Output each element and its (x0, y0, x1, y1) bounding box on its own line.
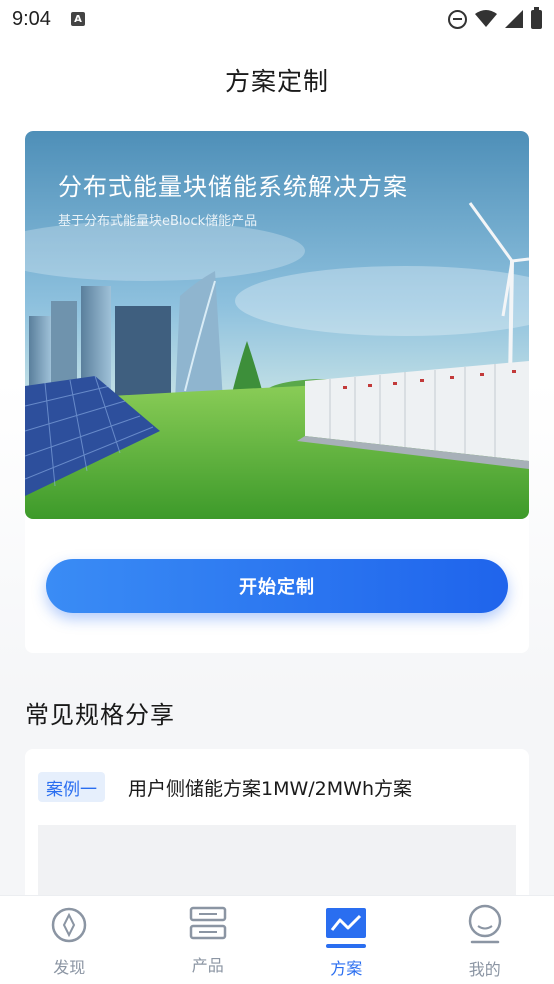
notification-icon: A (70, 12, 85, 26)
user-icon (468, 904, 501, 944)
compass-icon (52, 907, 87, 943)
bottom-tab-bar: 发现 产品 方案 我的 (0, 895, 554, 984)
tab-profile-label: 我的 (468, 960, 501, 979)
wifi-icon (475, 10, 497, 27)
tab-solutions-label: 方案 (330, 959, 363, 978)
tab-discover-label: 发现 (53, 958, 86, 977)
signal-icon (505, 10, 523, 28)
case-tag: 案例一 (38, 772, 105, 802)
chart-wave-icon (326, 908, 367, 948)
status-bar: 9:04 A (0, 0, 554, 38)
tab-products[interactable]: 产品 (139, 896, 278, 984)
status-icons (448, 6, 542, 29)
hero-banner-image: 分布式能量块储能系统解决方案 基于分布式能量块eBlock储能产品 (25, 131, 529, 519)
tab-discover[interactable]: 发现 (0, 896, 139, 984)
tab-products-label: 产品 (191, 956, 224, 975)
status-time: 9:04 (12, 7, 51, 30)
server-icon (189, 906, 226, 940)
hero-card: 分布式能量块储能系统解决方案 基于分布式能量块eBlock储能产品 开始定制 (25, 131, 529, 653)
hero-title: 分布式能量块储能系统解决方案 (58, 173, 408, 201)
case-title: 用户侧储能方案1MW/2MWh方案 (128, 777, 412, 800)
battery-icon (531, 6, 542, 29)
start-customize-button[interactable]: 开始定制 (46, 559, 508, 613)
hero-subtitle: 基于分布式能量块eBlock储能产品 (58, 214, 258, 229)
section-title: 常见规格分享 (25, 701, 175, 729)
do-not-disturb-icon (448, 9, 467, 29)
tab-solutions[interactable]: 方案 (277, 896, 416, 984)
tab-profile[interactable]: 我的 (416, 896, 554, 984)
page-title: 方案定制 (224, 67, 329, 96)
